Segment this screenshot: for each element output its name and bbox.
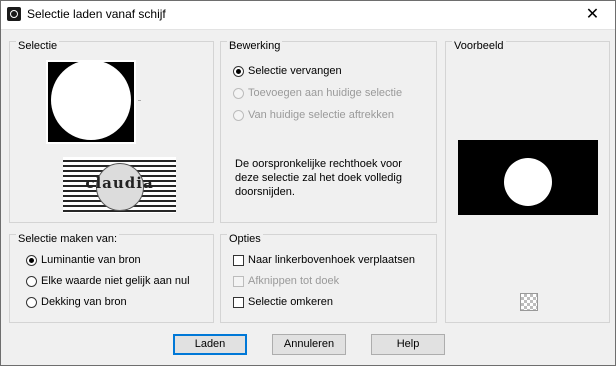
checkbox-move-top-left[interactable]: Naar linkerbovenhoek verplaatsen	[233, 254, 415, 266]
preview-circle-shape	[504, 158, 552, 206]
window-title: Selectie laden vanaf schijf	[27, 7, 166, 21]
selection-circle-shape	[51, 60, 131, 140]
checkbox-label: Afknippen tot doek	[248, 275, 340, 287]
radio-button[interactable]	[233, 65, 244, 77]
dialog-window: Selectie laden vanaf schijf ✕ Selectie c…	[0, 0, 616, 366]
thumbnail-dash	[138, 100, 141, 101]
checkbox-label: Naar linkerbovenhoek verplaatsen	[248, 254, 415, 266]
cancel-button[interactable]: Annuleren	[272, 334, 346, 355]
radio-add-selection: Toevoegen aan huidige selectie	[233, 87, 402, 99]
radio-label: Dekking van bron	[41, 296, 127, 308]
radio-button[interactable]	[26, 296, 37, 308]
radio-button	[233, 109, 244, 121]
radio-button[interactable]	[26, 254, 37, 266]
transparency-checker-icon[interactable]	[520, 293, 538, 311]
selectie-maken-label: Selectie maken van:	[16, 233, 120, 245]
selectie-maken-group: Selectie maken van: Luminantie van bron …	[9, 233, 214, 323]
selection-thumbnail	[46, 60, 136, 144]
opties-group: Opties Naar linkerbovenhoek verplaatsen …	[220, 233, 437, 323]
opties-label: Opties	[227, 233, 263, 245]
load-button[interactable]: Laden	[173, 334, 247, 355]
radio-nonzero[interactable]: Elke waarde niet gelijk aan nul	[26, 275, 190, 287]
checkbox-crop-to-canvas: Afknippen tot doek	[233, 275, 339, 287]
app-icon	[7, 7, 21, 21]
radio-label: Toevoegen aan huidige selectie	[248, 87, 403, 99]
radio-subtract-selection: Van huidige selectie aftrekken	[233, 109, 394, 121]
bewerking-group: Bewerking Selectie vervangen Toevoegen a…	[220, 40, 437, 223]
checkbox-invert-selection[interactable]: Selectie omkeren	[233, 296, 333, 308]
close-button[interactable]: ✕	[570, 1, 615, 29]
selectie-label: Selectie	[16, 40, 60, 52]
radio-replace-selection[interactable]: Selectie vervangen	[233, 65, 342, 77]
radio-button	[233, 87, 244, 99]
radio-label: Van huidige selectie aftrekken	[248, 109, 394, 121]
checkbox	[233, 275, 244, 287]
radio-label: Luminantie van bron	[41, 254, 141, 266]
title-bar: Selectie laden vanaf schijf ✕	[1, 1, 615, 30]
checkbox[interactable]	[233, 254, 244, 266]
radio-opacity[interactable]: Dekking van bron	[26, 296, 127, 308]
selectie-group: Selectie claudia	[9, 40, 214, 223]
bewerking-description: De oorspronkelijke rechthoek voor deze s…	[235, 158, 402, 198]
radio-label: Elke waarde niet gelijk aan nul	[41, 275, 190, 287]
watermark-image: claudia	[63, 157, 176, 213]
radio-luminance[interactable]: Luminantie van bron	[26, 254, 141, 266]
voorbeeld-group: Voorbeeld	[445, 40, 610, 323]
preview-canvas	[458, 140, 598, 215]
radio-button[interactable]	[26, 275, 37, 287]
help-button[interactable]: Help	[371, 334, 445, 355]
watermark-text: claudia	[85, 174, 154, 192]
checkbox-label: Selectie omkeren	[248, 296, 333, 308]
voorbeeld-label: Voorbeeld	[452, 40, 506, 52]
checkbox[interactable]	[233, 296, 244, 308]
bewerking-label: Bewerking	[227, 40, 283, 52]
radio-label: Selectie vervangen	[248, 65, 342, 77]
